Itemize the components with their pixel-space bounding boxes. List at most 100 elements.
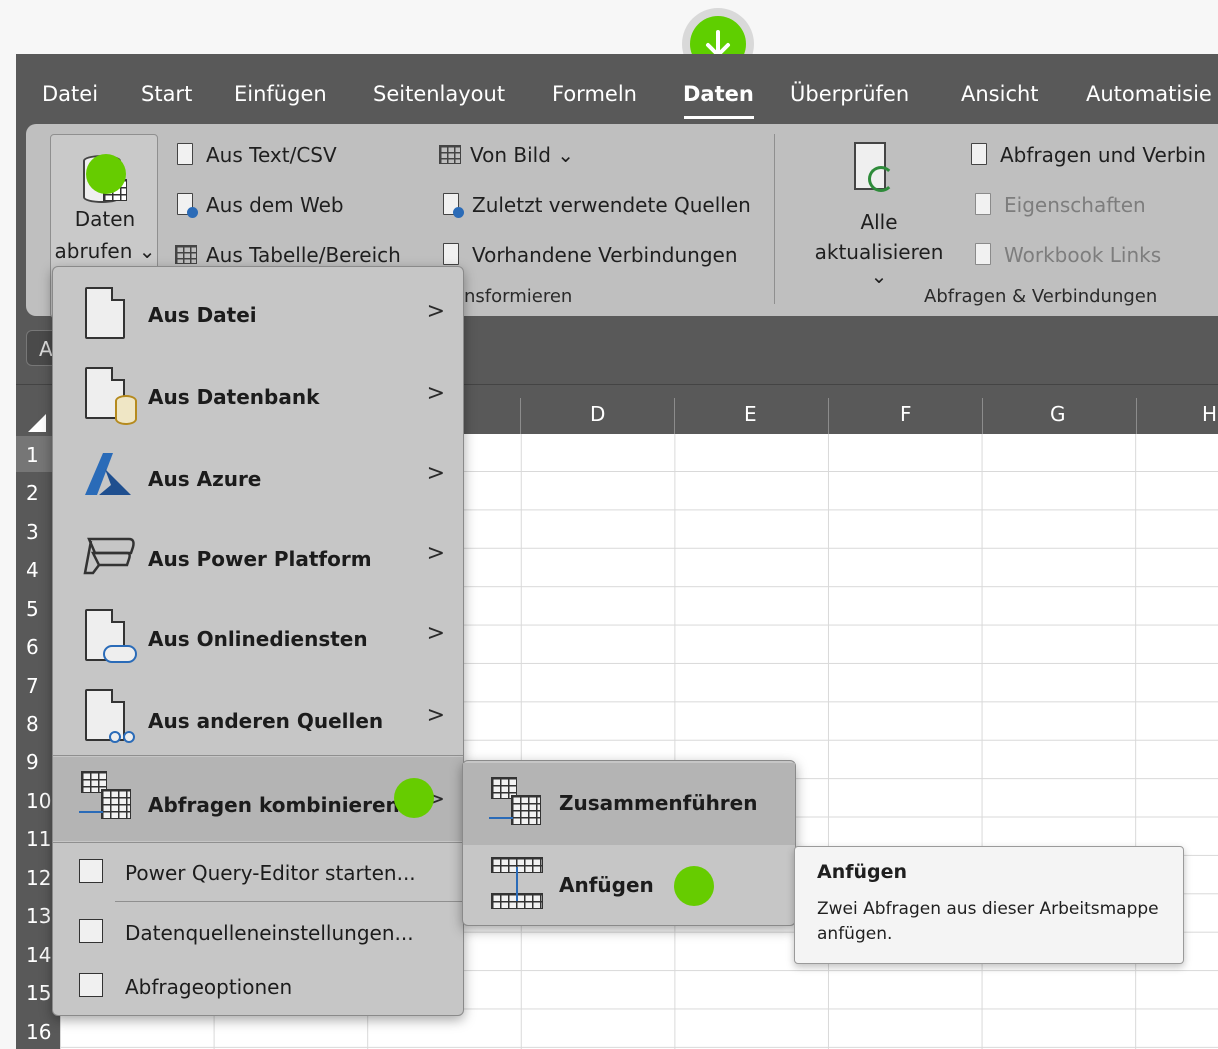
column-header-h[interactable]: H: [1202, 402, 1217, 426]
azure-icon: [85, 453, 131, 495]
column-header-e[interactable]: E: [744, 402, 757, 426]
refresh-all-icon: [854, 142, 894, 198]
column-header-g[interactable]: G: [1050, 402, 1066, 426]
menu-item-from-file[interactable]: Aus Datei >: [53, 275, 463, 355]
menu-item-from-azure[interactable]: Aus Azure >: [53, 437, 463, 517]
web-file-icon: [174, 192, 198, 218]
queries-connections-button[interactable]: Abfragen und Verbin: [968, 142, 1206, 168]
recent-file-icon: [440, 192, 464, 218]
name-box-value: A: [39, 337, 53, 361]
col-divider: [982, 398, 983, 434]
workbook-links-button[interactable]: Workbook Links: [972, 242, 1161, 268]
submenu-item-label: Anfügen: [559, 873, 654, 897]
get-data-menu: Aus Datei > Aus Datenbank > Aus Azure > …: [52, 266, 464, 1016]
merge-icon: [489, 777, 545, 833]
refresh-all-label-1[interactable]: Alle: [824, 210, 934, 234]
menu-divider: [115, 901, 463, 902]
menu-item-label: Datenquelleneinstellungen...: [125, 921, 414, 945]
append-icon: [489, 857, 545, 913]
query-options-icon: [79, 973, 103, 997]
column-header-d[interactable]: D: [590, 402, 605, 426]
menu-item-label: Aus Power Platform: [148, 547, 372, 571]
tab-insert[interactable]: Einfügen: [234, 82, 327, 106]
existing-connections-label: Vorhandene Verbindungen: [472, 243, 738, 267]
properties-label: Eigenschaften: [1004, 193, 1146, 217]
workbook-links-label: Workbook Links: [1004, 243, 1162, 267]
tab-file[interactable]: Datei: [42, 82, 98, 106]
from-text-csv-button[interactable]: Aus Text/CSV: [174, 142, 337, 168]
click-marker: [674, 866, 714, 906]
chevron-right-icon: >: [426, 381, 445, 406]
chevron-right-icon: >: [426, 621, 445, 646]
group-label-queries: Abfragen & Verbindungen: [924, 286, 1158, 307]
menu-divider: [53, 842, 463, 843]
menu-item-from-online-services[interactable]: Aus Onlinediensten >: [53, 597, 463, 677]
tab-automate[interactable]: Automatisie: [1086, 82, 1212, 106]
properties-icon: [972, 192, 996, 218]
append-tooltip: Anfügen Zwei Abfragen aus dieser Arbeits…: [794, 846, 1184, 964]
menu-item-label: Aus Datei: [148, 303, 257, 327]
queries-pane-icon: [968, 142, 992, 168]
tab-home[interactable]: Start: [141, 82, 192, 106]
submenu-item-append[interactable]: Anfügen: [463, 845, 795, 927]
menu-item-query-options[interactable]: Abfrageoptionen: [53, 959, 463, 1013]
from-web-button[interactable]: Aus dem Web: [174, 192, 344, 218]
active-tab-indicator: [684, 116, 754, 119]
from-text-csv-label: Aus Text/CSV: [206, 143, 337, 167]
combine-queries-icon: [79, 771, 135, 827]
menu-item-label: Aus Datenbank: [148, 385, 320, 409]
from-table-range-button[interactable]: Aus Tabelle/Bereich: [174, 242, 401, 268]
ribbon-separator: [774, 134, 775, 304]
refresh-all-label-2[interactable]: aktualisieren ⌄: [804, 240, 954, 288]
menu-item-from-other-sources[interactable]: Aus anderen Quellen >: [53, 677, 463, 757]
menu-item-from-power-platform[interactable]: Aus Power Platform >: [53, 517, 463, 597]
click-marker: [86, 154, 126, 194]
tab-review[interactable]: Überprüfen: [790, 82, 909, 106]
col-divider: [674, 398, 675, 434]
node-icon: [109, 731, 121, 743]
chevron-right-icon: >: [426, 299, 445, 324]
power-query-editor-icon: [79, 859, 103, 883]
tab-formulas[interactable]: Formeln: [552, 82, 637, 106]
tab-page-layout[interactable]: Seitenlayout: [373, 82, 505, 106]
menu-divider: [53, 755, 463, 756]
node-icon: [123, 731, 135, 743]
data-source-settings-icon: [79, 919, 103, 943]
menu-item-power-query-editor[interactable]: Power Query-Editor starten...: [53, 845, 463, 899]
from-table-range-label: Aus Tabelle/Bereich: [206, 243, 401, 267]
queries-connections-label: Abfragen und Verbin: [1000, 143, 1206, 167]
properties-button[interactable]: Eigenschaften: [972, 192, 1146, 218]
existing-connections-button[interactable]: Vorhandene Verbindungen: [440, 242, 738, 268]
chevron-right-icon: >: [426, 461, 445, 486]
text-file-icon: [174, 142, 198, 168]
row-header-16[interactable]: 16: [16, 1020, 60, 1044]
column-header-f[interactable]: F: [900, 402, 912, 426]
chevron-right-icon: >: [426, 541, 445, 566]
cylinder-icon: [115, 395, 137, 425]
submenu-item-label: Zusammenführen: [559, 791, 758, 815]
cloud-icon: [103, 645, 137, 663]
select-all-corner[interactable]: [28, 414, 46, 432]
group-label-transform: nsformieren: [464, 286, 573, 307]
menu-item-label: Abfrageoptionen: [125, 975, 293, 999]
power-platform-icon: [83, 537, 135, 575]
from-image-button[interactable]: Von Bild ⌄: [438, 142, 574, 168]
chevron-right-icon: >: [426, 703, 445, 728]
image-table-icon: [438, 142, 462, 168]
tooltip-body: Zwei Abfragen aus dieser Arbeitsmappe an…: [817, 899, 1159, 944]
tab-view[interactable]: Ansicht: [961, 82, 1039, 106]
menu-item-from-database[interactable]: Aus Datenbank >: [53, 355, 463, 435]
connection-file-icon: [440, 242, 464, 268]
workbook-links-icon: [972, 242, 996, 268]
combine-queries-submenu: Zusammenführen Anfügen: [462, 760, 796, 926]
menu-item-label: Power Query-Editor starten...: [125, 861, 416, 885]
tab-data[interactable]: Daten: [683, 82, 754, 106]
menu-item-data-source-settings[interactable]: Datenquelleneinstellungen...: [53, 905, 463, 959]
menu-item-label: Aus Onlinediensten: [148, 627, 368, 651]
get-data-label-1: Daten: [74, 207, 136, 231]
submenu-item-merge[interactable]: Zusammenführen: [463, 763, 795, 845]
get-data-label-2: abrufen ⌄: [54, 239, 156, 263]
recent-sources-button[interactable]: Zuletzt verwendete Quellen: [440, 192, 751, 218]
from-web-label: Aus dem Web: [206, 193, 344, 217]
col-divider: [828, 398, 829, 434]
